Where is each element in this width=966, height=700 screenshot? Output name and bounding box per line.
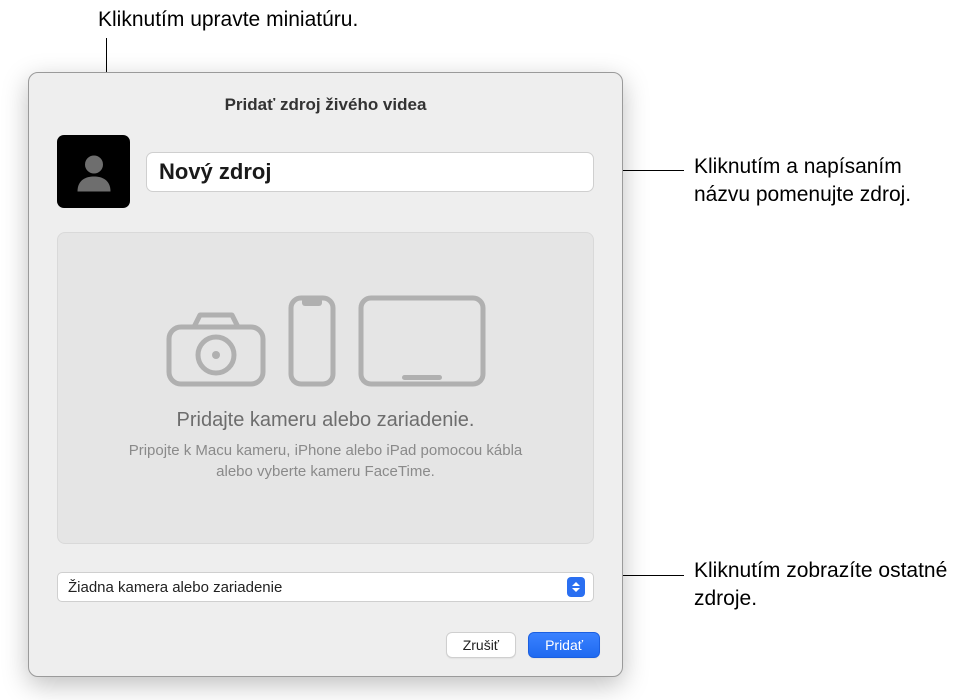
select-value: Žiadna kamera alebo zariadenie [68,579,282,596]
add-live-video-source-dialog: Pridať zdroj živého videa [28,72,623,677]
cancel-button[interactable]: Zrušiť [446,632,516,658]
source-name-input[interactable] [146,152,594,192]
chevron-up-down-icon [567,577,585,597]
person-silhouette-icon [70,148,118,196]
device-icons [166,295,486,387]
preview-subtext: Pripojte k Macu kameru, iPhone alebo iPa… [111,440,541,482]
dialog-buttons: Zrušiť Pridať [446,632,600,658]
callout-sources: Kliknutím zobrazíte ostatné zdroje. [694,557,949,614]
thumbnail-button[interactable] [57,135,130,208]
phone-icon [288,295,336,387]
tablet-icon [358,295,486,387]
preview-area: Pridajte kameru alebo zariadenie. Pripoj… [57,232,594,544]
camera-icon [166,309,266,387]
callout-name: Kliknutím a napísaním názvu pomenujte zd… [694,153,944,210]
header-row [29,135,622,208]
add-button[interactable]: Pridať [528,632,600,658]
preview-heading: Pridajte kameru alebo zariadenie. [177,409,475,432]
callout-thumbnail: Kliknutím upravte miniatúru. [98,6,358,34]
camera-source-select[interactable]: Žiadna kamera alebo zariadenie [57,572,594,602]
dialog-title: Pridať zdroj živého videa [29,73,622,135]
